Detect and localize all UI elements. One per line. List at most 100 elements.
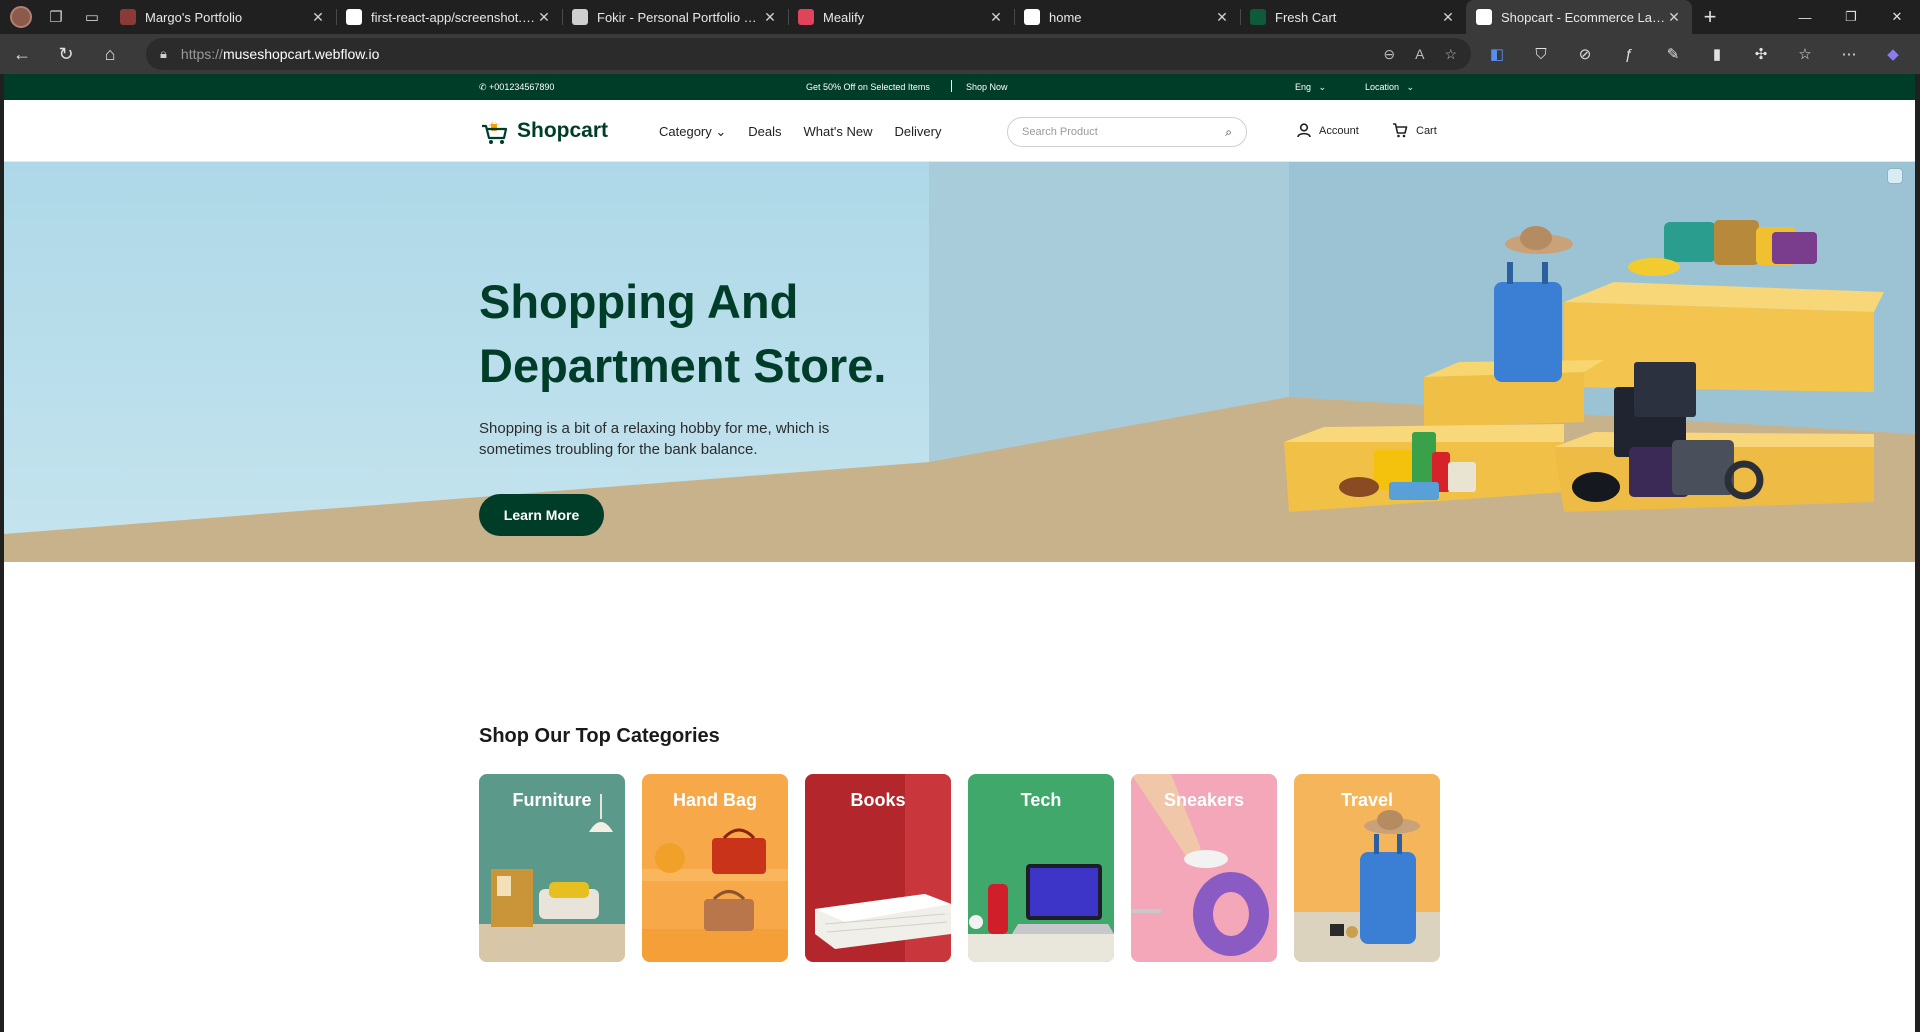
lock-icon[interactable]: 🔒︎ [160, 46, 167, 62]
phone-number[interactable]: ✆ +001234567890 [479, 82, 554, 93]
browser-tab[interactable]: Shopcart - Ecommerce Landing ✕ [1466, 0, 1692, 34]
web-page: ✆ +001234567890 Get 50% Off on Selected … [4, 74, 1915, 1032]
favorite-star-icon[interactable]: ☆ [1444, 46, 1457, 63]
tab-close-icon[interactable]: ✕ [1440, 9, 1456, 26]
read-aloud-icon[interactable]: A [1415, 46, 1424, 62]
window-controls: — ❐ ✕ [1782, 0, 1920, 34]
workspaces-icon[interactable]: ❐ [38, 0, 74, 34]
tab-title: home [1049, 9, 1082, 25]
letter-a-icon [1024, 9, 1040, 25]
window-close-icon[interactable]: ✕ [1874, 0, 1920, 34]
compass-extension-icon[interactable]: ⊘ [1563, 45, 1607, 63]
promo-text: Get 50% Off on Selected Items [806, 82, 930, 92]
tab-close-icon[interactable]: ✕ [1666, 9, 1682, 26]
minimize-icon[interactable]: — [1782, 0, 1828, 34]
globe-icon [572, 9, 588, 25]
tab-close-icon[interactable]: ✕ [536, 9, 552, 26]
browser-tab[interactable]: home ✕ [1014, 0, 1240, 34]
translate-extension-icon[interactable]: ◧ [1475, 45, 1519, 63]
category-label: Travel [1340, 790, 1394, 810]
shop-now-link[interactable]: Shop Now [966, 82, 1008, 92]
cart-label: Cart [1416, 124, 1437, 137]
category-list: Furniture Hand Bag Books Tech Sneakers T… [479, 774, 1440, 962]
browser-tab[interactable]: Fokir - Personal Portfolio Boots ✕ [562, 0, 788, 34]
search-icon[interactable]: ⌕ [1225, 125, 1232, 140]
user-icon [1297, 123, 1311, 138]
address-bar[interactable]: 🔒︎ https://museshopcart.webflow.io ⊖ A ☆ [146, 38, 1471, 70]
chevron-down-icon: ⌄ [715, 124, 727, 139]
tab-title: Shopcart - Ecommerce Landing [1501, 9, 1666, 25]
nav-category[interactable]: Category ⌄ [659, 124, 726, 140]
categories-heading: Shop Our Top Categories [479, 725, 720, 747]
phone-icon: ✆ [479, 82, 490, 92]
cart-logo-icon [482, 119, 508, 144]
extensions-puzzle-icon[interactable]: ✣ [1739, 45, 1783, 63]
more-menu-icon[interactable]: ⋯ [1827, 45, 1871, 63]
tab-title: Mealify [823, 9, 865, 25]
tab-close-icon[interactable]: ✕ [1214, 9, 1230, 26]
eyedropper-extension-icon[interactable]: ✎ [1651, 45, 1695, 63]
category-card-sneakers[interactable]: Sneakers [1131, 774, 1277, 962]
tab-close-icon[interactable]: ✕ [762, 9, 778, 26]
tab-title: Fokir - Personal Portfolio Boots [597, 9, 762, 25]
zoom-icon[interactable]: ⊖ [1383, 46, 1395, 63]
home-icon[interactable]: ⌂ [88, 34, 132, 74]
shield-extension-icon[interactable]: ⛉ [1519, 46, 1563, 63]
nav-delivery[interactable]: Delivery [894, 124, 941, 140]
new-tab-button[interactable]: + [1692, 4, 1728, 30]
tab-close-icon[interactable]: ✕ [988, 9, 1004, 26]
extensions-bar: ◧ ⛉ ⊘ ƒ ✎ ▮ ✣ ☆ ⋯ ◆ [1475, 34, 1915, 74]
learn-more-button[interactable]: Learn More [479, 494, 604, 536]
promo-top-bar: ✆ +001234567890 Get 50% Off on Selected … [4, 74, 1915, 100]
category-card-travel[interactable]: Travel [1294, 774, 1440, 962]
category-label: Sneakers [1163, 790, 1245, 810]
search-box[interactable]: Search Product ⌕ [1007, 117, 1247, 147]
category-card-furniture[interactable]: Furniture [479, 774, 625, 962]
back-icon[interactable]: ← [0, 34, 44, 74]
browser-tab[interactable]: Margo's Portfolio ✕ [110, 0, 336, 34]
browser-tab[interactable]: Fresh Cart ✕ [1240, 0, 1466, 34]
category-card-tech[interactable]: Tech [968, 774, 1114, 962]
browser-tab[interactable]: Mealify ✕ [788, 0, 1014, 34]
mealify-icon [798, 9, 814, 25]
visual-search-icon[interactable] [1887, 168, 1903, 184]
chevron-down-icon: ⌄ [1401, 82, 1415, 92]
tab-title: Fresh Cart [1275, 9, 1337, 25]
browser-tab[interactable]: first-react-app/screenshot.png ✕ [336, 0, 562, 34]
tab-actions-icon[interactable]: ▭ [74, 0, 110, 34]
tab-title: Margo's Portfolio [145, 9, 243, 25]
nav-whats-new[interactable]: What's New [804, 124, 873, 140]
restore-icon[interactable]: ❐ [1828, 0, 1874, 34]
category-label: Books [850, 790, 906, 810]
favorites-icon[interactable]: ☆ [1783, 45, 1827, 63]
account-label: Account [1319, 124, 1359, 137]
shopcart-logo[interactable]: Shopcart [479, 116, 608, 146]
chevron-down-icon: ⌄ [1313, 82, 1327, 92]
hero-description: Shopping is a bit of a relaxing hobby fo… [479, 420, 830, 458]
hero-banner: Shopping And Department Store. Shopping … [4, 162, 1915, 562]
tab-close-icon[interactable]: ✕ [310, 9, 326, 26]
bottle-extension-icon[interactable]: ▮ [1695, 45, 1739, 63]
hero-title: Shopping And Department Store. [479, 275, 887, 392]
refresh-icon[interactable]: ↻ [44, 34, 88, 74]
location-select[interactable]: Location ⌄ [1365, 82, 1414, 93]
language-select[interactable]: Eng ⌄ [1295, 82, 1326, 93]
tab-title: first-react-app/screenshot.png [371, 9, 536, 25]
category-label: Furniture [512, 790, 592, 810]
account-link[interactable]: Account [1297, 123, 1359, 138]
search-input[interactable]: Search Product [1022, 126, 1225, 138]
github-icon [346, 9, 362, 25]
briefcase-icon [120, 9, 136, 25]
nav-deals[interactable]: Deals [748, 124, 781, 140]
browser-toolbar: ← ↻ ⌂ 🔒︎ https://museshopcart.webflow.io… [0, 34, 1920, 74]
url-text[interactable]: https://museshopcart.webflow.io [181, 46, 379, 62]
freshcart-icon [1250, 9, 1266, 25]
font-extension-icon[interactable]: ƒ [1607, 46, 1651, 63]
copilot-icon[interactable]: ◆ [1871, 45, 1915, 63]
promo-divider [951, 80, 952, 92]
cart-link[interactable]: Cart [1392, 123, 1437, 138]
category-card-books[interactable]: Books [805, 774, 951, 962]
profile-avatar-icon[interactable] [10, 6, 32, 28]
cart-icon [1393, 123, 1408, 138]
category-card-hand-bag[interactable]: Hand Bag [642, 774, 788, 962]
